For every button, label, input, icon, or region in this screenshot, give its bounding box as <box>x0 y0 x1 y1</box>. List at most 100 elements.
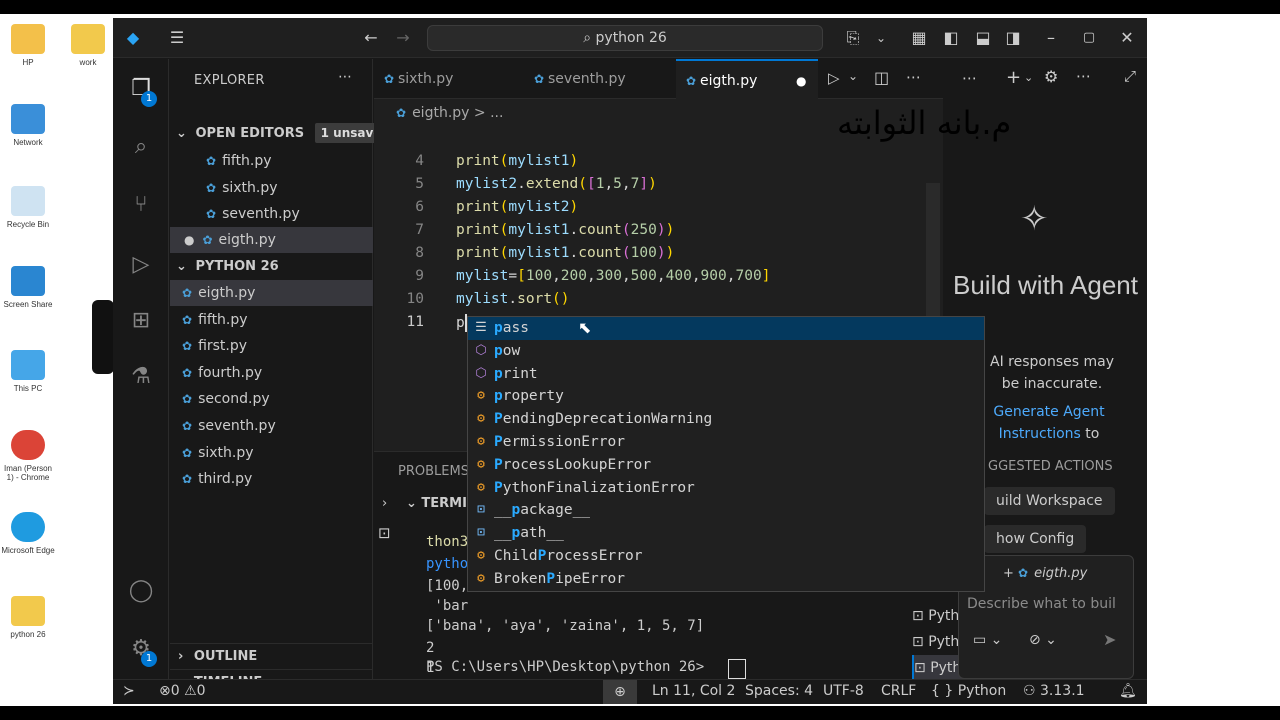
chevron-down-icon[interactable]: ⌄ <box>848 69 858 83</box>
toggle-sidebar-icon[interactable]: ◧ <box>939 26 963 50</box>
file-item[interactable]: ✿ seventh.py <box>170 413 373 439</box>
terminal-header[interactable]: ⌄ TERMI <box>406 496 467 511</box>
suggestion-item[interactable]: ⊡ __package__ <box>468 499 984 522</box>
command-center-search[interactable]: ⌕ python 26 <box>427 25 823 51</box>
suggestion-item[interactable]: ⚙ BrokenPipeError <box>468 568 984 591</box>
chat-input-placeholder[interactable]: Describe what to buil <box>967 596 1116 612</box>
menu-icon[interactable]: ☰ <box>165 26 189 50</box>
context-chip[interactable]: + ✿ eigth.py <box>1003 566 1087 581</box>
minimize-icon[interactable]: – <box>1039 26 1063 50</box>
chevron-right-icon[interactable]: › <box>382 496 387 511</box>
desktop-icon-this-pc[interactable]: This PC <box>0 350 56 393</box>
suggestion-item[interactable]: ⚙ PermissionError <box>468 431 984 454</box>
more-actions-icon[interactable]: ⋯ <box>1076 67 1091 85</box>
split-editor-icon[interactable]: ◫ <box>874 68 889 87</box>
file-item[interactable]: ✿ eigth.py <box>170 280 373 306</box>
cursor-position[interactable]: Ln 11, Col 2 <box>652 683 735 699</box>
suggestion-item[interactable]: ⚙ ProcessLookupError <box>468 454 984 477</box>
search-icon[interactable]: ⌕ <box>125 131 157 163</box>
testing-icon[interactable]: ⚗ <box>125 361 157 393</box>
more-actions-icon[interactable]: ⋯ <box>906 68 921 86</box>
more-actions-icon[interactable]: ⋯ <box>338 69 352 85</box>
copilot-icon[interactable]: ⎘ <box>841 26 865 50</box>
indentation[interactable]: Spaces: 4 <box>745 683 813 699</box>
tab-sixth[interactable]: ✿ sixth.py <box>374 59 522 99</box>
notifications-bell-icon[interactable]: 🔔︎ <box>1119 683 1137 699</box>
line-ending[interactable]: CRLF <box>881 683 916 699</box>
code-line[interactable]: print(mylist1.count(250)) <box>456 222 674 238</box>
source-control-icon[interactable]: ⑂ <box>125 189 157 221</box>
code-line[interactable]: print(mylist1.count(100)) <box>456 245 674 261</box>
more-actions-icon[interactable]: ⋯ <box>962 69 977 87</box>
new-chat-icon[interactable]: + <box>1006 67 1021 88</box>
folder-header[interactable]: ⌄ PYTHON 26 <box>170 254 373 280</box>
suggestion-item[interactable]: ⊡ __path__ <box>468 522 984 545</box>
file-item[interactable]: ✿ fourth.py <box>170 360 373 386</box>
tab-seventh[interactable]: ✿ seventh.py <box>524 59 674 99</box>
desktop-icon-recycle-bin[interactable]: Recycle Bin <box>0 186 56 229</box>
maximize-panel-icon[interactable]: ⤢ <box>1124 67 1136 85</box>
suggestion-item[interactable]: ⬡ pow <box>468 340 984 363</box>
open-editor-item-active[interactable]: ● ✿ eigth.py <box>170 227 373 253</box>
code-line[interactable]: mylist2.extend([1,5,7]) <box>456 176 657 192</box>
back-arrow-icon[interactable]: ← <box>359 26 383 50</box>
code-line[interactable]: mylist.sort() <box>456 291 570 307</box>
file-item[interactable]: ✿ fifth.py <box>170 307 373 333</box>
suggestion-item[interactable]: ⚙ PythonFinalizationError <box>468 477 984 500</box>
terminal-icon[interactable]: ⊡ <box>378 524 391 542</box>
code-line[interactable]: print(mylist2) <box>456 199 578 215</box>
send-icon[interactable]: ➤ <box>1103 630 1116 649</box>
tab-problems[interactable]: PROBLEMS <box>398 464 469 479</box>
run-debug-icon[interactable]: ▷ <box>125 249 157 281</box>
suggestion-item[interactable]: ⚙ PendingDeprecationWarning <box>468 408 984 431</box>
suggestion-item[interactable]: ☰ppassass <box>468 317 984 340</box>
chevron-down-icon[interactable]: ⌄ <box>869 26 893 50</box>
suggestion-item[interactable]: ⬡ print <box>468 363 984 386</box>
desktop-icon-python26[interactable]: python 26 <box>0 596 56 639</box>
desktop-icon-work[interactable]: work <box>60 24 116 67</box>
problems-status[interactable]: ⊗0 ⚠0 <box>159 683 206 699</box>
desktop-icon-chrome[interactable]: Iman (Person 1) - Chrome <box>0 430 56 482</box>
code-line-current[interactable]: p <box>456 314 467 332</box>
open-editor-item[interactable]: ✿ fifth.py <box>170 148 373 174</box>
file-item[interactable]: ✿ third.py <box>170 466 373 492</box>
file-item[interactable]: ✿ second.py <box>170 386 373 412</box>
desktop-icon-screen-share[interactable]: Screen Share <box>0 266 56 309</box>
show-config-button[interactable]: how Config <box>984 525 1087 553</box>
open-editor-item[interactable]: ✿ sixth.py <box>170 175 373 201</box>
file-item[interactable]: ✿ sixth.py <box>170 440 373 466</box>
run-icon[interactable]: ▷ <box>828 69 840 87</box>
gear-icon[interactable]: ⚙ <box>1044 67 1058 86</box>
outline-header[interactable]: › OUTLINE <box>170 643 373 669</box>
account-icon[interactable]: ◯ <box>125 575 157 607</box>
terminal-prompt[interactable]: PS C:\Users\HP\Desktop\python 26> <box>426 659 713 675</box>
suggestion-item[interactable]: ⚙ ChildProcessError <box>468 545 984 568</box>
open-editors-header[interactable]: ⌄ OPEN EDITORS 1 unsaved <box>170 121 397 147</box>
desktop-icon-hp[interactable]: HP <box>0 24 56 67</box>
zoom-icon[interactable]: ⊕ <box>603 680 637 704</box>
model-picker-icon[interactable]: ⊘ ⌄ <box>1029 632 1057 648</box>
encoding[interactable]: UTF-8 <box>823 683 864 699</box>
toggle-panel-icon[interactable]: ⬓ <box>971 26 995 50</box>
tab-eigth[interactable]: ✿ eigth.py ● <box>676 59 818 99</box>
extensions-icon[interactable]: ⊞ <box>125 305 157 337</box>
desktop-icon-network[interactable]: Network <box>0 104 56 147</box>
mode-picker-icon[interactable]: ▭ ⌄ <box>973 632 1002 648</box>
unsaved-dot-icon[interactable]: ● <box>796 61 806 101</box>
build-workspace-button[interactable]: uild Workspace <box>984 487 1115 515</box>
python-version[interactable]: ⚇ 3.13.1 <box>1023 683 1085 699</box>
language-mode[interactable]: { } Python <box>931 683 1006 699</box>
maximize-icon[interactable]: ▢ <box>1077 26 1101 50</box>
remote-icon[interactable]: ≻ <box>123 683 135 699</box>
open-editor-item[interactable]: ✿ seventh.py <box>170 201 373 227</box>
close-icon[interactable]: ✕ <box>1115 26 1139 50</box>
code-line[interactable]: print(mylist1) <box>456 153 578 169</box>
file-item[interactable]: ✿ first.py <box>170 333 373 359</box>
chevron-down-icon[interactable]: ⌄ <box>1024 71 1033 84</box>
code-line[interactable]: mylist=[100,200,300,500,400,900,700] <box>456 268 770 284</box>
toggle-secondary-sidebar-icon[interactable]: ◨ <box>1001 26 1025 50</box>
layout-icon[interactable]: ▦ <box>907 26 931 50</box>
suggestion-item[interactable]: ⚙ property <box>468 385 984 408</box>
forward-arrow-icon[interactable]: → <box>391 26 415 50</box>
desktop-icon-edge[interactable]: Microsoft Edge <box>0 512 56 555</box>
